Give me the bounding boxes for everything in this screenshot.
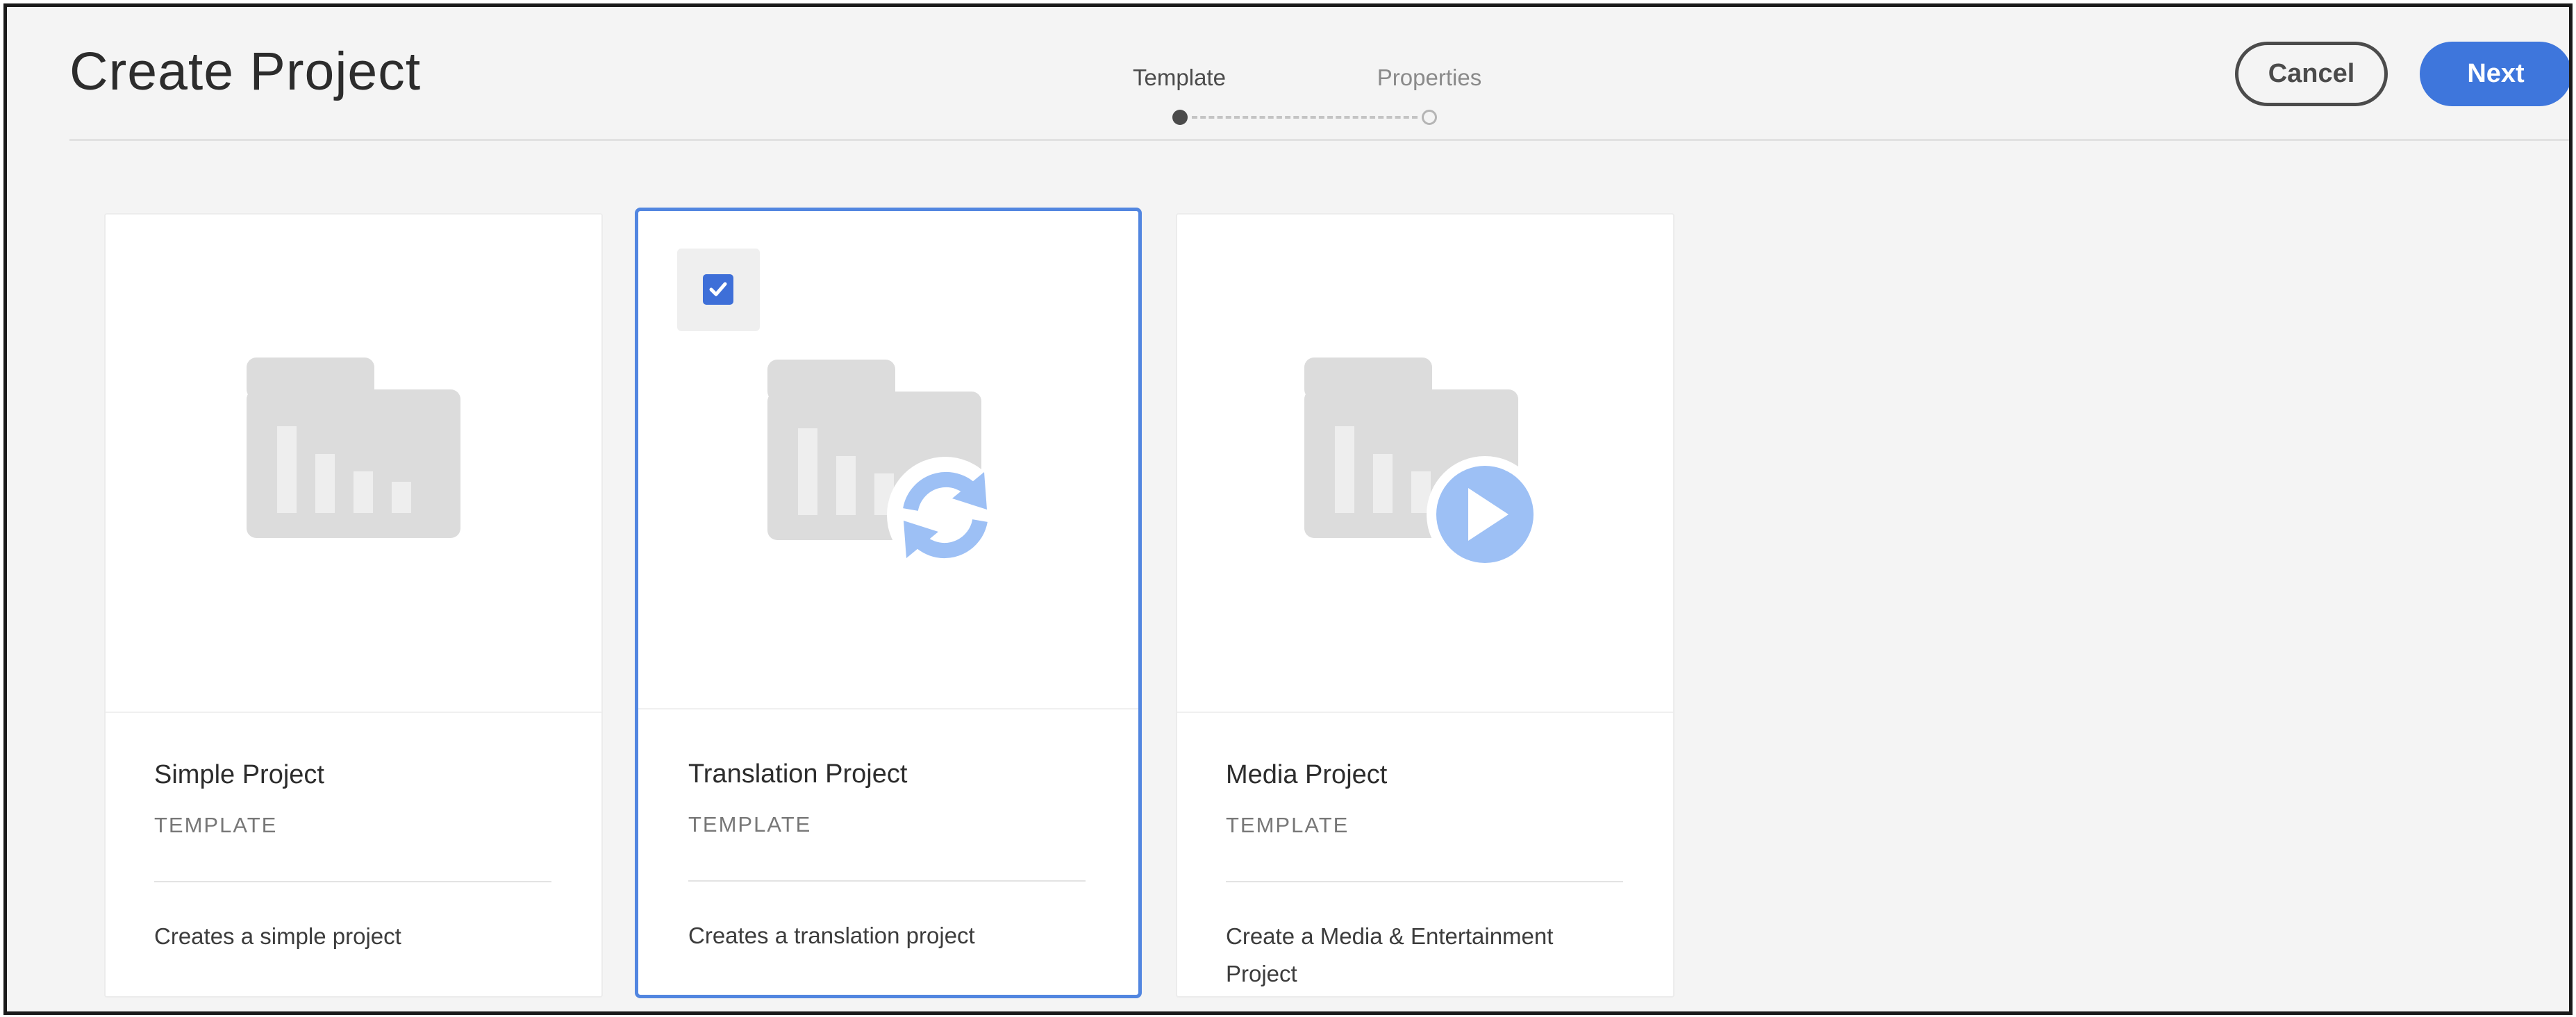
card-thumbnail bbox=[638, 211, 1138, 709]
template-card-simple-project[interactable]: Simple Project TEMPLATE Creates a simple… bbox=[104, 213, 603, 998]
step-connector bbox=[1192, 116, 1418, 119]
card-divider bbox=[688, 880, 1086, 882]
next-button[interactable]: Next bbox=[2420, 42, 2569, 106]
folder-chart-icon bbox=[247, 358, 460, 538]
card-title: Translation Project bbox=[688, 759, 908, 789]
card-divider bbox=[1226, 881, 1623, 882]
card-title: Media Project bbox=[1226, 760, 1388, 789]
template-card-media-project[interactable]: Media Project TEMPLATE Create a Media & … bbox=[1176, 213, 1675, 998]
header-divider bbox=[69, 139, 2569, 141]
template-card-translation-project[interactable]: Translation Project TEMPLATE Creates a t… bbox=[635, 208, 1142, 998]
card-description: Creates a simple project bbox=[154, 923, 401, 949]
card-thumbnail bbox=[106, 215, 601, 713]
step-template-label[interactable]: Template bbox=[1133, 66, 1226, 89]
step-template-dot bbox=[1172, 110, 1188, 125]
folder-chart-play-icon bbox=[1304, 358, 1543, 573]
step-properties-label[interactable]: Properties bbox=[1377, 66, 1481, 89]
page-title: Create Project bbox=[69, 42, 422, 101]
card-description: Create a Media & Entertainment Project bbox=[1226, 923, 1554, 986]
card-subtitle: TEMPLATE bbox=[688, 812, 812, 837]
card-title: Simple Project bbox=[154, 760, 324, 789]
card-description: Creates a translation project bbox=[688, 923, 975, 948]
cancel-button[interactable]: Cancel bbox=[2235, 42, 2388, 106]
card-subtitle: TEMPLATE bbox=[154, 813, 278, 837]
card-subtitle: TEMPLATE bbox=[1226, 813, 1349, 837]
app-window: Create Project Template Properties Cance… bbox=[3, 3, 2573, 1015]
card-divider bbox=[154, 881, 551, 882]
step-properties-dot bbox=[1422, 110, 1437, 125]
card-thumbnail bbox=[1177, 215, 1673, 713]
folder-chart-sync-icon bbox=[767, 360, 1004, 573]
